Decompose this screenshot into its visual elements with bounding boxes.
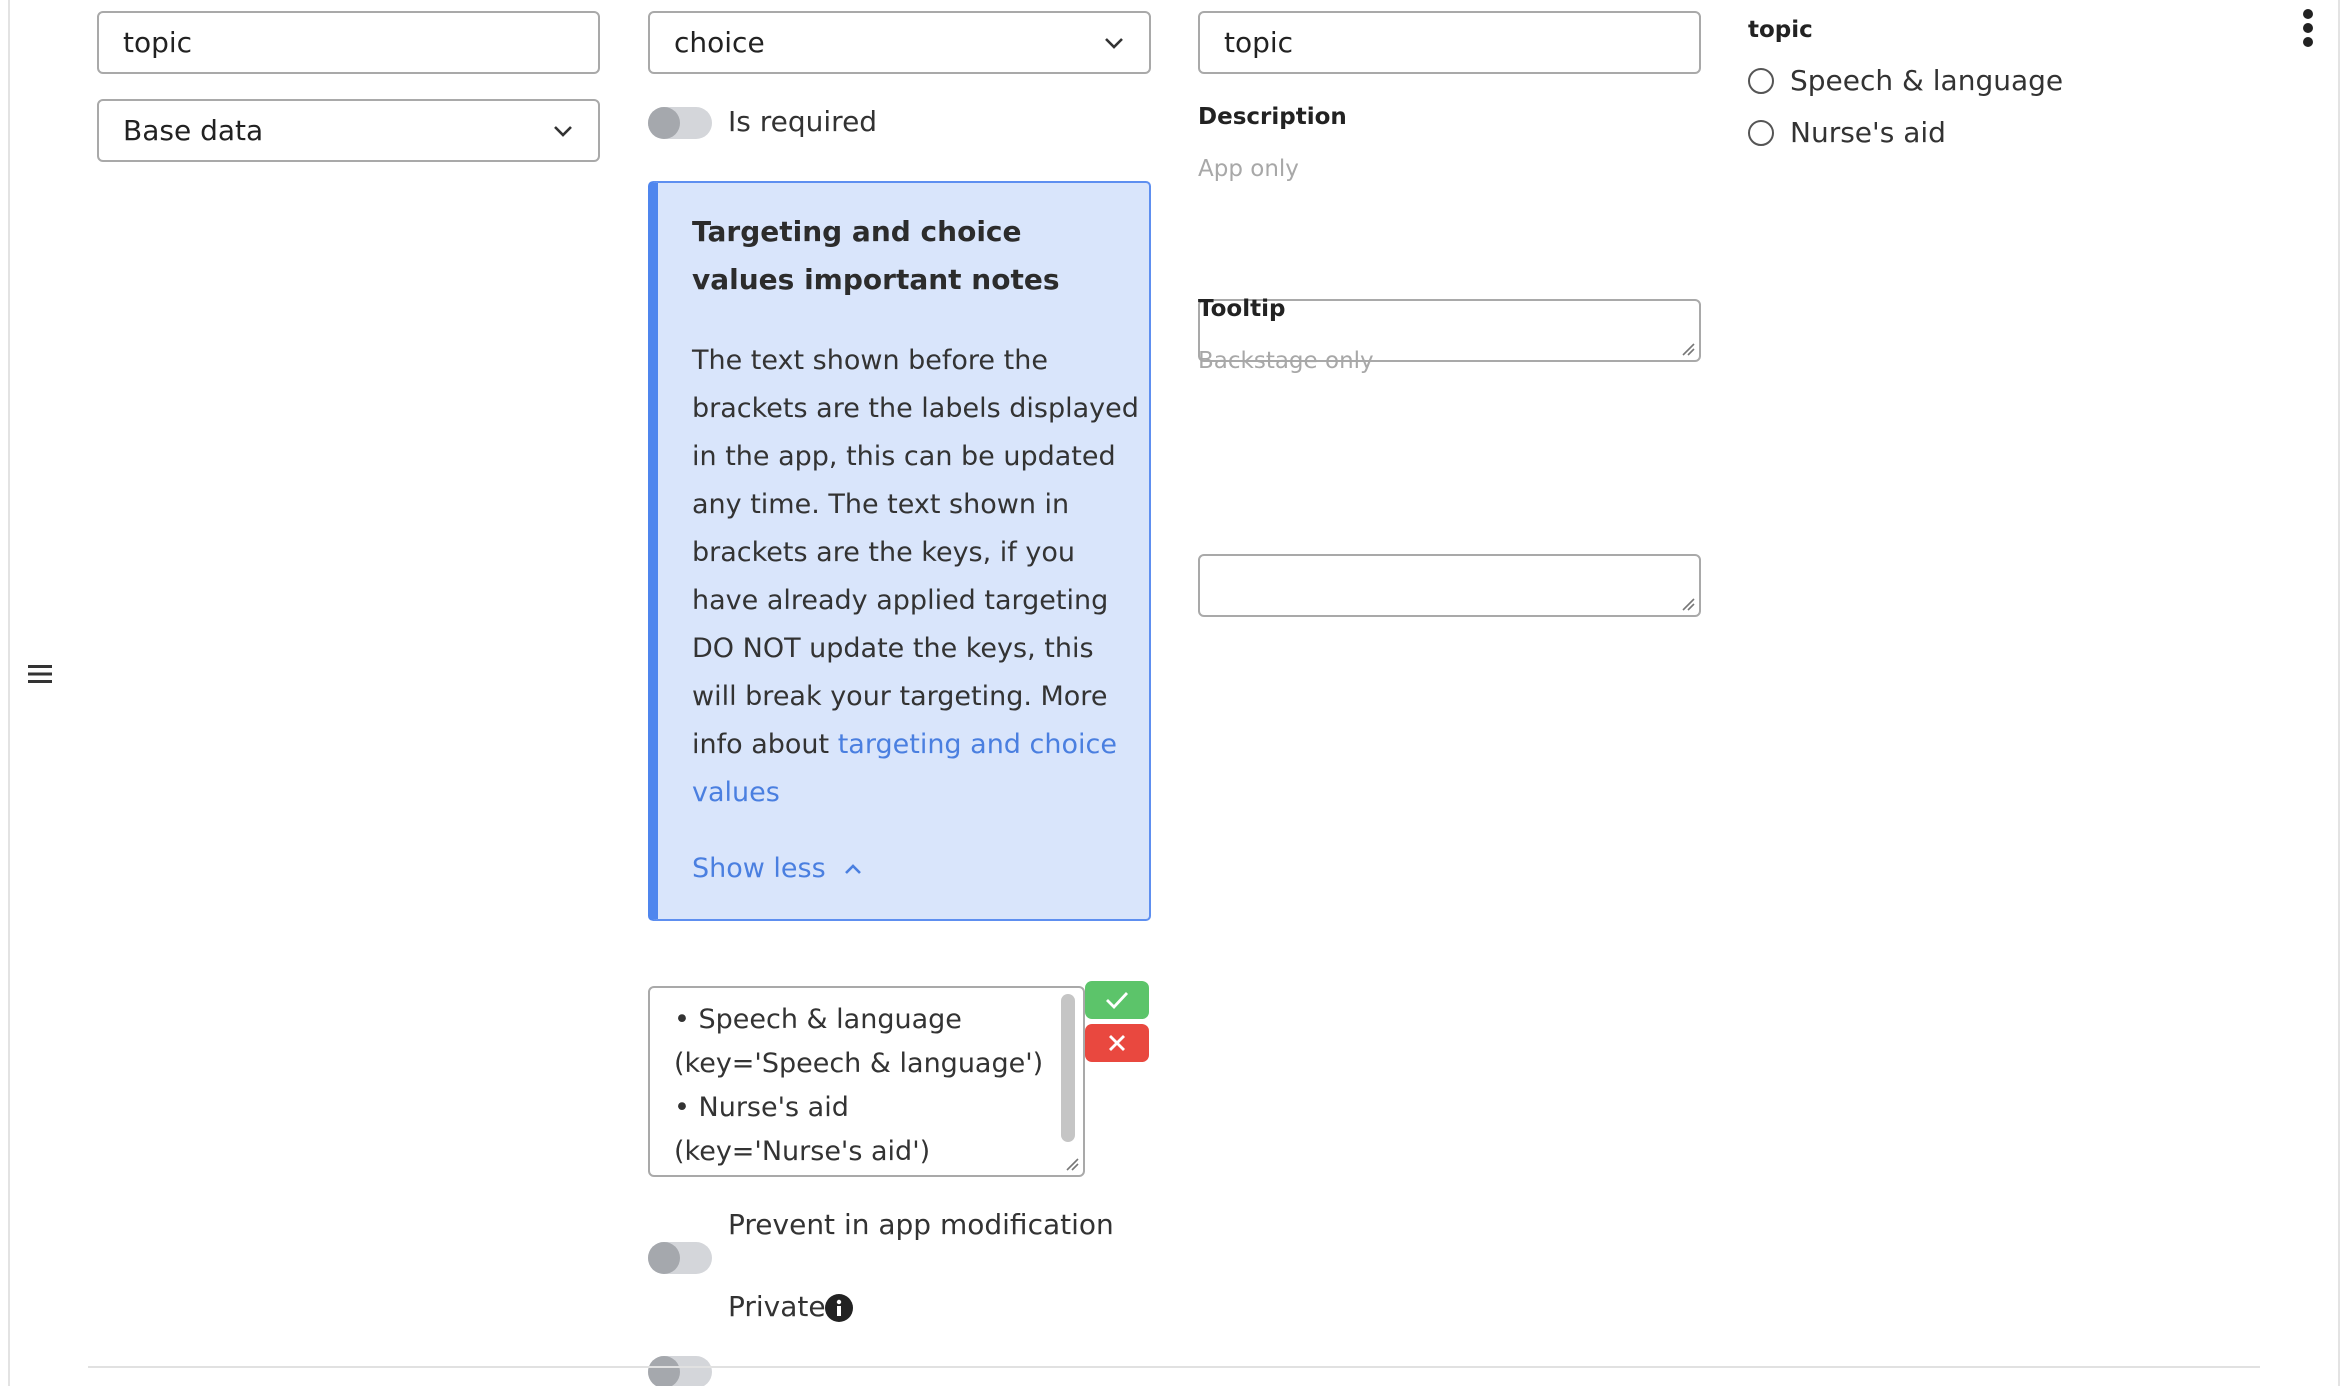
is-required-toggle[interactable] xyxy=(648,107,712,139)
tooltip-label: Tooltip xyxy=(1198,296,1286,322)
preview-option-label: Speech & language xyxy=(1790,64,2064,97)
preview-option-label: Nurse's aid xyxy=(1790,116,1946,149)
chevron-down-icon xyxy=(554,125,572,137)
section-divider xyxy=(88,1366,2260,1368)
show-less-toggle[interactable]: Show less xyxy=(692,853,862,884)
preview-title: topic xyxy=(1748,17,1813,43)
prevent-modification-label: Prevent in app modification xyxy=(728,1208,1114,1241)
field-label-input[interactable]: topic xyxy=(1198,11,1701,74)
chevron-up-icon xyxy=(844,863,861,874)
field-source-select[interactable]: Base data xyxy=(97,99,600,162)
notice-title: Targeting and choice values important no… xyxy=(692,215,1060,296)
more-options-icon[interactable] xyxy=(2300,8,2316,50)
resize-grip-icon[interactable] xyxy=(1681,342,1695,356)
field-name-value: topic xyxy=(123,26,193,59)
description-hint: App only xyxy=(1198,156,1299,182)
radio-button[interactable] xyxy=(1748,67,1774,94)
cancel-choices-button[interactable] xyxy=(1085,1024,1149,1062)
resize-grip-icon[interactable] xyxy=(1065,1157,1079,1171)
field-name-input[interactable]: topic xyxy=(97,11,600,74)
checkmark-icon xyxy=(1106,992,1129,1009)
tooltip-textarea[interactable] xyxy=(1198,554,1701,617)
field-type-value: choice xyxy=(674,26,765,59)
drag-handle-icon[interactable] xyxy=(28,664,52,684)
resize-grip-icon[interactable] xyxy=(1681,597,1695,611)
targeting-notice: Targeting and choice values important no… xyxy=(648,181,1151,921)
show-less-label: Show less xyxy=(692,853,826,884)
preview-option[interactable]: Nurse's aid xyxy=(1748,116,1946,149)
is-required-label: Is required xyxy=(728,105,878,138)
confirm-choices-button[interactable] xyxy=(1085,981,1149,1019)
x-icon xyxy=(1109,1035,1125,1051)
preview-option[interactable]: Speech & language xyxy=(1748,64,2063,97)
editor-frame xyxy=(8,0,2340,1386)
description-label: Description xyxy=(1198,104,1347,130)
private-label: Private xyxy=(728,1290,826,1323)
field-label-value: topic xyxy=(1224,26,1294,59)
notice-body: The text shown before the brackets are t… xyxy=(692,337,1142,817)
radio-button[interactable] xyxy=(1748,119,1774,146)
field-type-select[interactable]: choice xyxy=(648,11,1151,74)
prevent-modification-toggle[interactable] xyxy=(648,1242,712,1274)
tooltip-hint: Backstage only xyxy=(1198,348,1374,374)
info-icon[interactable] xyxy=(824,1293,854,1323)
chevron-down-icon xyxy=(1105,37,1123,49)
private-toggle[interactable] xyxy=(648,1356,712,1386)
field-source-value: Base data xyxy=(123,114,264,147)
choices-textarea[interactable]: • Speech & language (key='Speech & langu… xyxy=(648,986,1085,1177)
choices-text: • Speech & language (key='Speech & langu… xyxy=(674,1004,1044,1167)
choices-scrollbar[interactable] xyxy=(1061,994,1077,1144)
notice-body-text: The text shown before the brackets are t… xyxy=(692,345,1139,760)
